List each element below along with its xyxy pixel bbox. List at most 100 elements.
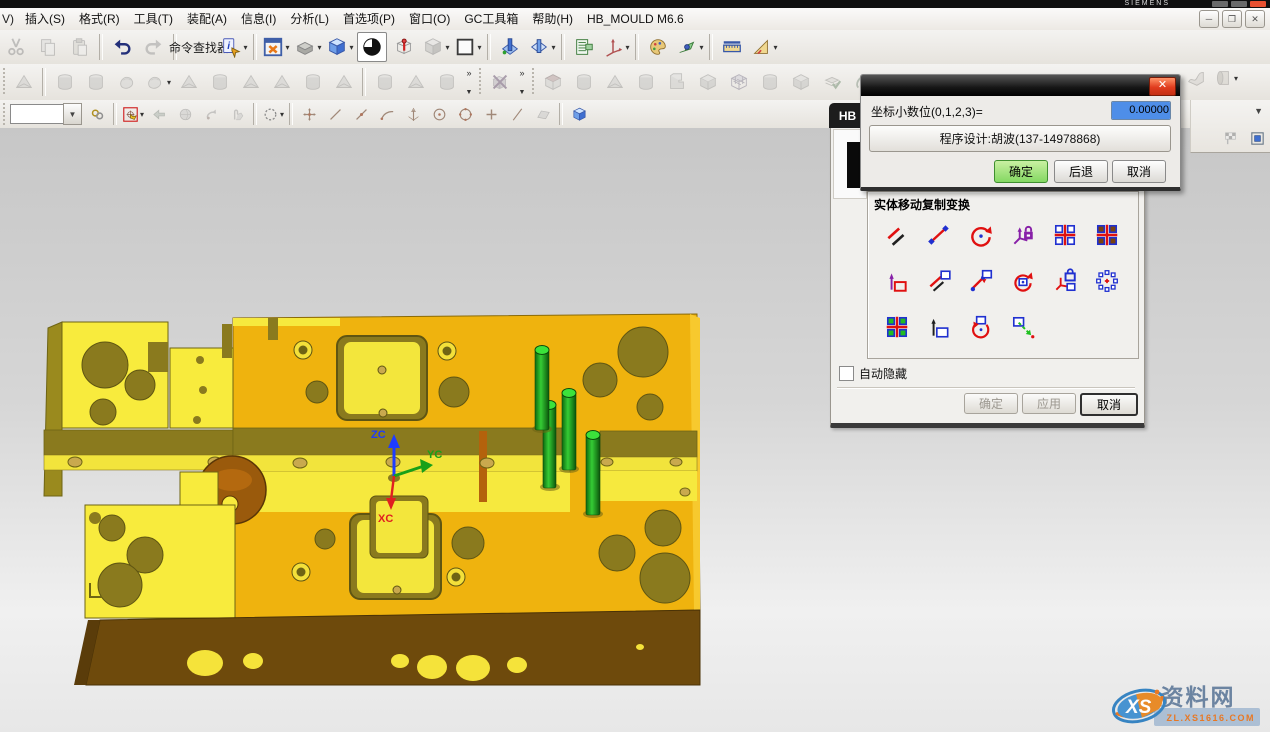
chevron-down-icon[interactable]: ▾ — [140, 110, 144, 119]
g-holes-button[interactable] — [81, 68, 110, 97]
g-pull-button[interactable] — [329, 68, 358, 97]
chevron-down-icon[interactable]: ▾ — [477, 43, 481, 52]
window-x-button[interactable]: ▾ — [261, 32, 291, 62]
chevron-down-icon[interactable]: ▾ — [280, 110, 284, 119]
ruler-button[interactable] — [717, 32, 747, 62]
sn-arc-button[interactable] — [375, 102, 399, 126]
chevron-down-icon[interactable]: ▾ — [349, 43, 353, 52]
t-rot-copy-icon[interactable] — [1002, 262, 1044, 300]
chevron-down-icon[interactable]: ▾ — [445, 43, 449, 52]
g-wedge-button[interactable] — [205, 68, 234, 97]
g-back-button[interactable] — [147, 102, 171, 126]
restore-button[interactable] — [1231, 1, 1247, 7]
dialog-back-button[interactable]: 后退 — [1054, 160, 1108, 183]
blank-square-button[interactable]: ▾ — [453, 32, 483, 62]
g-mirror-button[interactable] — [485, 68, 514, 97]
redo-button[interactable] — [139, 32, 169, 62]
t-array4g-icon[interactable] — [876, 308, 918, 346]
g-hook2-button[interactable] — [432, 68, 461, 97]
g-cube-red-button[interactable] — [538, 68, 567, 97]
chevron-down-icon[interactable]: ▾ — [285, 43, 289, 52]
g-rotcur-button[interactable] — [199, 102, 223, 126]
menu-item-4[interactable]: 信息(I) — [234, 9, 283, 30]
section-a-button[interactable] — [495, 32, 525, 62]
chevron-down-icon[interactable]: ▾ — [551, 43, 555, 52]
dialog-cancel-button[interactable]: 取消 — [1112, 160, 1166, 183]
menu-partial[interactable]: V) — [0, 9, 18, 30]
chevron-down-icon[interactable]: ▼ — [63, 103, 82, 125]
palette-button[interactable] — [643, 32, 673, 62]
sn-plus-button[interactable] — [479, 102, 503, 126]
close-button[interactable] — [1250, 1, 1266, 7]
cut-button[interactable] — [1, 32, 31, 62]
undo-button[interactable] — [107, 32, 137, 62]
menu-item-10[interactable]: HB_MOULD M6.6 — [580, 9, 691, 30]
sn-linept-button[interactable] — [349, 102, 373, 126]
dialog-title-bar[interactable] — [861, 75, 1180, 96]
t-array4-icon[interactable] — [1044, 216, 1086, 254]
g-rib-button[interactable] — [693, 68, 722, 97]
toolbar-overflow-button[interactable]: »▼ — [515, 68, 529, 97]
sn-face-button[interactable] — [531, 102, 555, 126]
t-up-rect-icon[interactable] — [876, 262, 918, 300]
sn-circ-button[interactable] — [427, 102, 451, 126]
menu-item-1[interactable]: 格式(R) — [72, 9, 127, 30]
t-lock-copy-icon[interactable] — [1044, 262, 1086, 300]
selection-filter-value[interactable] — [10, 104, 63, 124]
menu-item-7[interactable]: 窗口(O) — [402, 9, 457, 30]
chevron-down-icon[interactable]: ▾ — [243, 43, 247, 52]
g-torus-button[interactable] — [298, 68, 327, 97]
menu-item-9[interactable]: 帮助(H) — [525, 9, 580, 30]
command-finder-button[interactable]: 命令查找器 — [181, 32, 217, 62]
g-asm-button[interactable] — [85, 102, 109, 126]
t-rot-sq-icon[interactable] — [960, 308, 1002, 346]
chevron-down-icon[interactable]: ▾ — [699, 43, 703, 52]
g-cube-button[interactable] — [174, 68, 203, 97]
section-b-button[interactable]: ▾ — [527, 32, 557, 62]
t-axis-lock-icon[interactable] — [1002, 216, 1044, 254]
g-sheet-button[interactable] — [1184, 66, 1208, 90]
g-hook-button[interactable] — [401, 68, 430, 97]
g-bend-button[interactable] — [9, 68, 38, 97]
g-boot-button[interactable] — [236, 68, 265, 97]
sn-line-button[interactable] — [323, 102, 347, 126]
g-cube2-button[interactable] — [370, 68, 399, 97]
g-boolean-button[interactable]: ▾ — [143, 68, 172, 97]
panel-ok-button[interactable]: 确定 — [964, 393, 1018, 414]
sn-move-button[interactable] — [297, 102, 321, 126]
wcs-axes-button[interactable]: ▾ — [601, 32, 631, 62]
sn-axis-button[interactable] — [401, 102, 425, 126]
clamshell-button[interactable]: ▾ — [293, 32, 323, 62]
t-move-copy-icon[interactable] — [918, 262, 960, 300]
menu-item-6[interactable]: 首选项(P) — [336, 9, 402, 30]
g-sphere-button[interactable] — [173, 102, 197, 126]
chevron-down-icon[interactable]: ▾ — [773, 43, 777, 52]
t-circ-array-icon[interactable] — [1086, 262, 1128, 300]
g-slab-button[interactable] — [267, 68, 296, 97]
g-mesh-button[interactable] — [724, 68, 753, 97]
view-max-button[interactable] — [1245, 126, 1269, 150]
t-rotate-icon[interactable] — [960, 216, 1002, 254]
g-table-button[interactable] — [50, 68, 79, 97]
selection-filter-combo[interactable]: ▼ — [10, 103, 82, 125]
t-array4b-icon[interactable] — [1086, 216, 1128, 254]
toolbar-drag-handle[interactable] — [2, 68, 6, 96]
toolbar-drag-handle[interactable] — [478, 68, 482, 96]
flag-check-button[interactable] — [1218, 126, 1242, 150]
g-plus-button[interactable] — [600, 68, 629, 97]
menu-item-8[interactable]: GC工具箱 — [457, 9, 525, 30]
t-line-pt-icon[interactable] — [918, 216, 960, 254]
menu-item-3[interactable]: 装配(A) — [180, 9, 234, 30]
paste-button[interactable] — [65, 32, 95, 62]
layers-button[interactable] — [569, 32, 599, 62]
copy-button[interactable] — [33, 32, 63, 62]
g-roll-button[interactable]: ▾ — [1210, 66, 1239, 90]
toolbar-drag-handle[interactable] — [531, 68, 535, 96]
toolbar-overflow-button[interactable]: »▼ — [462, 68, 476, 97]
cube-blue-button[interactable]: ▾ — [325, 32, 355, 62]
t-up-copy-icon[interactable] — [918, 308, 960, 346]
sn-slash-button[interactable] — [505, 102, 529, 126]
g-grab-button[interactable] — [225, 102, 249, 126]
g-slabline-button[interactable] — [786, 68, 815, 97]
g-split-button[interactable] — [569, 68, 598, 97]
